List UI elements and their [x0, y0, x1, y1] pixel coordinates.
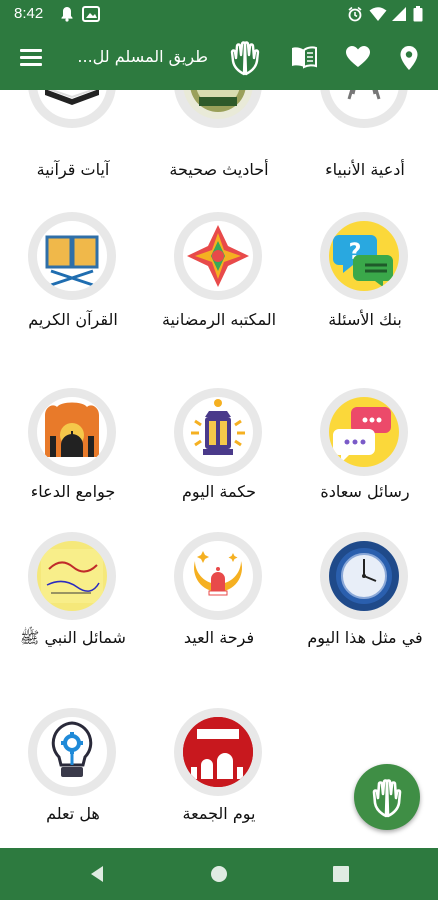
calligraphy-card-icon — [28, 532, 116, 620]
hadith-badge-icon — [174, 90, 262, 128]
wifi-icon — [369, 6, 387, 26]
tile-label: فرحة العيد — [183, 628, 255, 647]
tile-authentic-hadiths[interactable]: أحاديث صحيحة — [146, 90, 292, 200]
battery-icon — [413, 6, 423, 26]
tile-wisdom-of-day[interactable]: حكمة اليوم — [146, 388, 292, 518]
praying-hands-icon — [320, 90, 408, 128]
tile-prophet-characteristics[interactable]: شمائل النبي ﷺ — [0, 532, 146, 662]
tile-on-this-day[interactable]: في مثل هذا اليوم — [292, 532, 438, 682]
tile-label: يوم الجمعة — [182, 804, 256, 823]
tile-label: المكتبه الرمضانية — [161, 310, 277, 329]
tile-label: آيات قرآنية — [36, 160, 110, 179]
alarm-icon — [347, 6, 363, 26]
tile-prophets-supplications[interactable]: أدعية الأنبياء — [292, 90, 438, 200]
feature-grid: أدعية الأنبياء أحاديث صحيحة آيات قرآنية … — [0, 90, 438, 848]
tile-label: جوامع الدعاء — [30, 482, 116, 501]
tile-friday[interactable]: يوم الجمعة — [146, 708, 292, 838]
hamburger-menu-icon[interactable] — [20, 47, 44, 67]
heart-icon[interactable] — [345, 45, 371, 73]
tile-ramadan-library[interactable]: المكتبه الرمضانية — [146, 212, 292, 362]
pocket-watch-icon — [320, 532, 408, 620]
status-time: 8:42 — [14, 5, 44, 22]
home-icon[interactable] — [210, 865, 228, 887]
tile-label: شمائل النبي ﷺ — [20, 628, 126, 647]
tile-did-you-know[interactable]: هل تعلم — [0, 708, 146, 838]
tile-label: رسائل سعادة — [320, 482, 410, 501]
quran-on-stand-icon — [28, 212, 116, 300]
cellular-signal-icon — [391, 6, 407, 26]
lantern-icon — [174, 388, 262, 476]
praying-hands-icon — [372, 779, 402, 818]
tile-label: القرآن الكريم — [28, 310, 118, 329]
back-icon[interactable] — [88, 865, 106, 887]
recent-apps-icon[interactable] — [332, 865, 350, 887]
tile-label: أدعية الأنبياء — [325, 160, 405, 179]
praying-hands-fab[interactable] — [354, 764, 420, 830]
app-bar: طريق المسلم لل... — [0, 28, 438, 90]
star-flower-icon — [174, 212, 262, 300]
praying-hands-logo-icon — [226, 41, 264, 81]
question-chat-icon: ? — [320, 212, 408, 300]
tile-label: أحاديث صحيحة — [169, 160, 269, 179]
tile-label: حكمة اليوم — [182, 482, 256, 501]
tile-label: بنك الأسئلة — [328, 310, 402, 329]
mosque-sunset-icon — [28, 388, 116, 476]
lightbulb-icon — [28, 708, 116, 796]
photo-notification-icon — [82, 6, 100, 26]
tile-quran-verses[interactable]: آيات قرآنية — [0, 90, 146, 200]
tile-label: هل تعلم — [46, 804, 100, 823]
book-icon[interactable] — [290, 45, 318, 73]
tile-label: في مثل هذا اليوم — [307, 628, 423, 647]
crescent-mosque-icon — [174, 532, 262, 620]
notification-bell-icon — [60, 6, 74, 26]
app-title: طريق المسلم لل... — [78, 47, 208, 66]
friday-card-icon — [174, 708, 262, 796]
location-pin-icon[interactable] — [399, 45, 419, 75]
tile-happiness-messages[interactable]: رسائل سعادة — [292, 388, 438, 518]
open-quran-book-icon — [28, 90, 116, 128]
tile-comprehensive-duas[interactable]: جوامع الدعاء — [0, 388, 146, 518]
system-navigation-bar — [0, 848, 438, 900]
tile-holy-quran[interactable]: القرآن الكريم — [0, 212, 146, 362]
message-bubbles-icon — [320, 388, 408, 476]
tile-question-bank[interactable]: ? بنك الأسئلة — [292, 212, 438, 362]
tile-eid-joy[interactable]: فرحة العيد — [146, 532, 292, 662]
status-bar: 8:42 — [0, 0, 438, 28]
